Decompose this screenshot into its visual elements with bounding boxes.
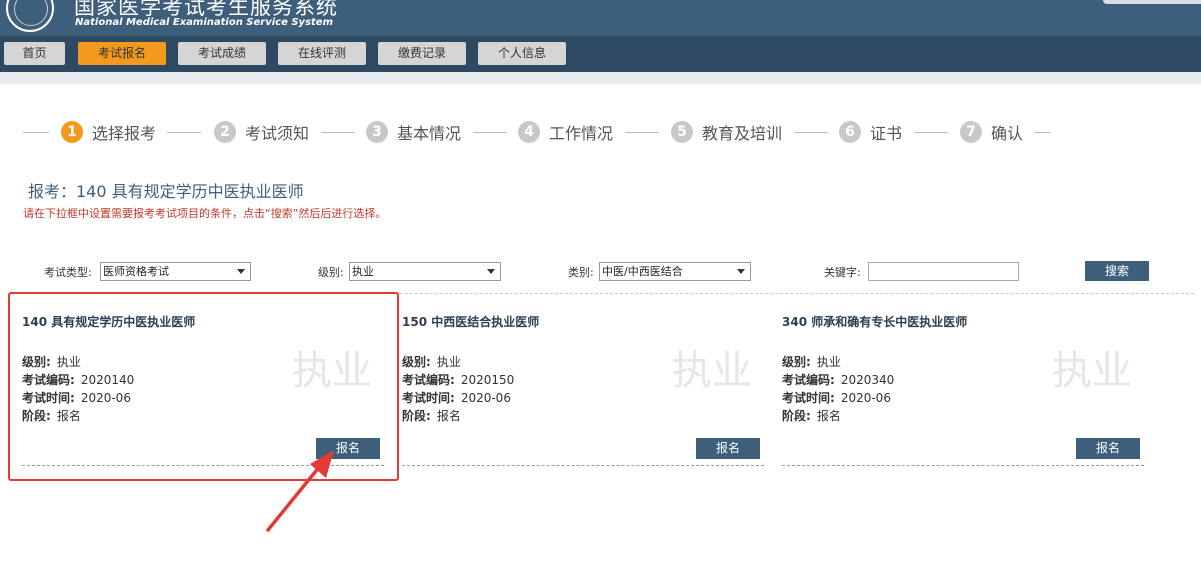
apply-button[interactable]: 报名 (696, 438, 760, 459)
step-number: 7 (960, 121, 982, 143)
card-level-row: 级别: 执业 (782, 355, 841, 369)
step-connector (473, 132, 507, 133)
step-1: 1 选择报考 (61, 121, 156, 143)
step-6: 6 证书 (839, 121, 902, 143)
step-3: 3 基本情况 (366, 121, 461, 143)
step-number: 6 (839, 121, 861, 143)
nav-exam-scores[interactable]: 考试成绩 (178, 42, 266, 65)
main-nav: 首页 考试报名 考试成绩 在线评测 缴费记录 个人信息 (0, 36, 1201, 72)
nav-home[interactable]: 首页 (4, 42, 65, 65)
exam-type-select[interactable]: 医师资格考试 (100, 262, 251, 281)
card-code-row: 考试编码: 2020340 (782, 373, 895, 387)
site-subtitle: National Medical Examination Service Sys… (75, 17, 334, 28)
step-label: 基本情况 (397, 124, 462, 143)
page-title: 报考：140 具有规定学历中医执业医师 (28, 182, 304, 201)
keyword-input[interactable] (868, 262, 1019, 281)
step-4: 4 工作情况 (518, 121, 613, 143)
level-value: 执业 (352, 265, 374, 278)
card-divider (402, 465, 764, 466)
step-connector (914, 132, 948, 133)
nav-online-assessment[interactable]: 在线评测 (278, 42, 366, 65)
chevron-down-icon (237, 269, 245, 274)
chevron-down-icon (487, 269, 495, 274)
card-title: 340 师承和确有专长中医执业医师 (782, 315, 968, 329)
step-label: 考试须知 (245, 124, 310, 143)
exam-card-340: 340 师承和确有专长中医执业医师 执业 级别: 执业 考试编码: 2020340 … (782, 300, 1144, 466)
card-watermark: 执业 (672, 348, 752, 394)
card-title: 150 中西医结合执业医师 (402, 315, 540, 329)
category-value: 中医/中西医结合 (602, 265, 683, 278)
step-connector (167, 132, 201, 133)
category-label: 类别: (568, 266, 594, 279)
card-level-row: 级别: 执业 (402, 355, 461, 369)
card-stage-row: 阶段: 报名 (402, 409, 461, 423)
step-number: 3 (366, 121, 388, 143)
step-connector (625, 132, 659, 133)
keyword-label: 关键字: (824, 266, 861, 279)
card-divider (782, 465, 1144, 466)
step-connector (794, 132, 828, 133)
step-7: 7 确认 (960, 121, 1023, 143)
category-select[interactable]: 中医/中西医结合 (599, 262, 751, 281)
exam-type-value: 医师资格考试 (103, 265, 169, 278)
level-select[interactable]: 执业 (349, 262, 501, 281)
nav-payment-records[interactable]: 缴费记录 (378, 42, 466, 65)
card-watermark: 执业 (1052, 348, 1132, 394)
step-connector (321, 132, 355, 133)
nav-personal-info[interactable]: 个人信息 (478, 42, 566, 65)
step-label: 选择报考 (92, 124, 157, 143)
step-label: 工作情况 (549, 124, 614, 143)
instruction-text: 请在下拉框中设置需要报考考试项目的条件，点击“搜索”然后后进行选择。 (23, 207, 387, 220)
chevron-down-icon (737, 269, 745, 274)
emblem-logo-icon (6, 0, 54, 32)
annotation-arrow-icon (266, 450, 334, 532)
search-button[interactable]: 搜索 (1085, 261, 1149, 281)
step-label: 证书 (870, 124, 903, 143)
card-stage-row: 阶段: 报名 (782, 409, 841, 423)
site-header: 国家医学考试考生服务系统 National Medical Examinatio… (0, 0, 1201, 36)
step-number: 4 (518, 121, 540, 143)
exam-type-label: 考试类型: (44, 266, 92, 279)
step-label: 确认 (991, 124, 1024, 143)
step-number: 5 (671, 121, 693, 143)
step-5: 5 教育及培训 (671, 121, 782, 143)
user-menu[interactable] (1103, 0, 1201, 4)
step-2: 2 考试须知 (214, 121, 309, 143)
card-code-row: 考试编码: 2020150 (402, 373, 515, 387)
nav-exam-registration[interactable]: 考试报名 (78, 42, 166, 65)
step-number: 1 (61, 121, 83, 143)
step-connector (1035, 132, 1050, 133)
exam-card-150: 150 中西医结合执业医师 执业 级别: 执业 考试编码: 2020150 考试时间… (402, 300, 764, 466)
step-connector (23, 132, 49, 133)
step-label: 教育及培训 (702, 124, 783, 143)
level-label: 级别: (318, 266, 344, 279)
separator-band (0, 72, 1201, 84)
step-number: 2 (214, 121, 236, 143)
card-time-row: 考试时间: 2020-06 (782, 391, 891, 405)
card-time-row: 考试时间: 2020-06 (402, 391, 511, 405)
apply-button[interactable]: 报名 (1076, 438, 1140, 459)
